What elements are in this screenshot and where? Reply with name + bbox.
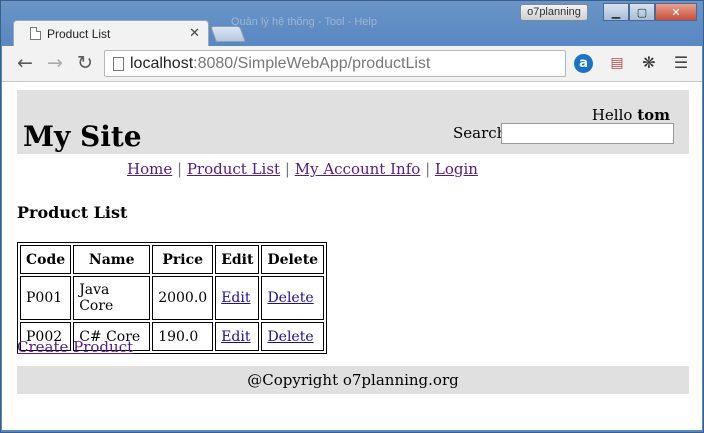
search-input[interactable] — [501, 123, 674, 144]
cell-edit: Edit — [215, 276, 260, 320]
maximize-button[interactable]: ▢ — [629, 3, 655, 21]
menu-link-my-account[interactable]: My Account Info — [295, 160, 421, 178]
edit-link[interactable]: Edit — [221, 329, 250, 345]
menu-separator: | — [284, 160, 290, 178]
reload-icon[interactable]: ↻ — [74, 52, 96, 74]
tab-product-list[interactable]: Product List ✕ — [13, 20, 209, 47]
page-heading: Product List — [17, 203, 128, 222]
column-header-delete: Delete — [261, 245, 325, 274]
site-footer: @Copyright o7planning.org — [17, 366, 689, 394]
greeting-prefix: Hello — [591, 106, 638, 124]
column-header-name: Name — [73, 245, 151, 274]
cell-price: 190.0 — [152, 322, 214, 351]
create-product-link[interactable]: Create Product — [17, 338, 133, 356]
address-bar[interactable]: localhost:8080/SimpleWebApp/productList — [104, 50, 566, 77]
menu-separator: | — [177, 160, 183, 178]
url-host: localhost — [130, 55, 194, 72]
delete-link[interactable]: Delete — [267, 329, 313, 345]
url-path: :8080/SimpleWebApp/productList — [193, 55, 431, 72]
greeting: Hello tom — [592, 106, 670, 124]
column-header-code: Code — [20, 245, 72, 274]
table-header-row: Code Name Price Edit Delete — [20, 245, 325, 274]
delete-link[interactable]: Delete — [267, 290, 313, 306]
fly-extension-icon[interactable]: ❋ — [638, 52, 660, 74]
site-menu: Home | Product List | My Account Info | … — [127, 160, 478, 178]
cell-delete: Delete — [261, 276, 325, 320]
menu-link-login[interactable]: Login — [435, 160, 478, 178]
cell-code: P001 — [20, 276, 72, 320]
page-info-icon[interactable] — [113, 57, 124, 71]
greeting-username: tom — [637, 106, 670, 124]
table-row: P001 Java Core 2000.0 Edit Delete — [20, 276, 325, 320]
column-header-edit: Edit — [215, 245, 260, 274]
cell-price: 2000.0 — [152, 276, 214, 320]
back-arrow-icon[interactable]: ← — [14, 52, 36, 74]
url-text: localhost:8080/SimpleWebApp/productList — [130, 55, 430, 73]
site-title: My Site — [23, 120, 142, 153]
tab-close-icon[interactable]: ✕ — [189, 25, 200, 41]
new-tab-button[interactable] — [210, 26, 246, 42]
forward-arrow-icon[interactable]: → — [44, 52, 66, 74]
site-header: My Site Hello tom Search — [17, 90, 689, 154]
cell-name: Java Core — [73, 276, 151, 320]
menu-icon[interactable]: ☰ — [670, 52, 692, 74]
extension-a-icon[interactable]: a — [574, 54, 593, 73]
column-header-price: Price — [152, 245, 214, 274]
menu-separator: | — [425, 160, 431, 178]
browser-toolbar: ← → ↻ localhost:8080/SimpleWebApp/produc… — [2, 46, 702, 82]
background-window-title: Quản lý hệ thống - Tool - Help — [231, 16, 377, 28]
menu-link-product-list[interactable]: Product List — [187, 160, 280, 178]
profile-badge[interactable]: o7planning — [520, 4, 588, 21]
close-window-button[interactable]: ✕ — [655, 3, 697, 21]
tab-title: Product List — [47, 27, 111, 41]
calendar-extension-icon[interactable]: ▤ — [606, 52, 628, 74]
page-icon — [30, 27, 41, 40]
menu-link-home[interactable]: Home — [127, 160, 172, 178]
minimize-button[interactable]: ▁ — [603, 3, 629, 21]
edit-link[interactable]: Edit — [221, 290, 250, 306]
window-controls: ▁ ▢ ✕ — [603, 3, 697, 22]
search-label: Search — [453, 124, 507, 142]
cell-edit: Edit — [215, 322, 260, 351]
browser-window: o7planning Quản lý hệ thống - Tool - Hel… — [0, 0, 704, 433]
page-viewport: My Site Hello tom Search Home | Product … — [2, 82, 702, 430]
cell-delete: Delete — [261, 322, 325, 351]
